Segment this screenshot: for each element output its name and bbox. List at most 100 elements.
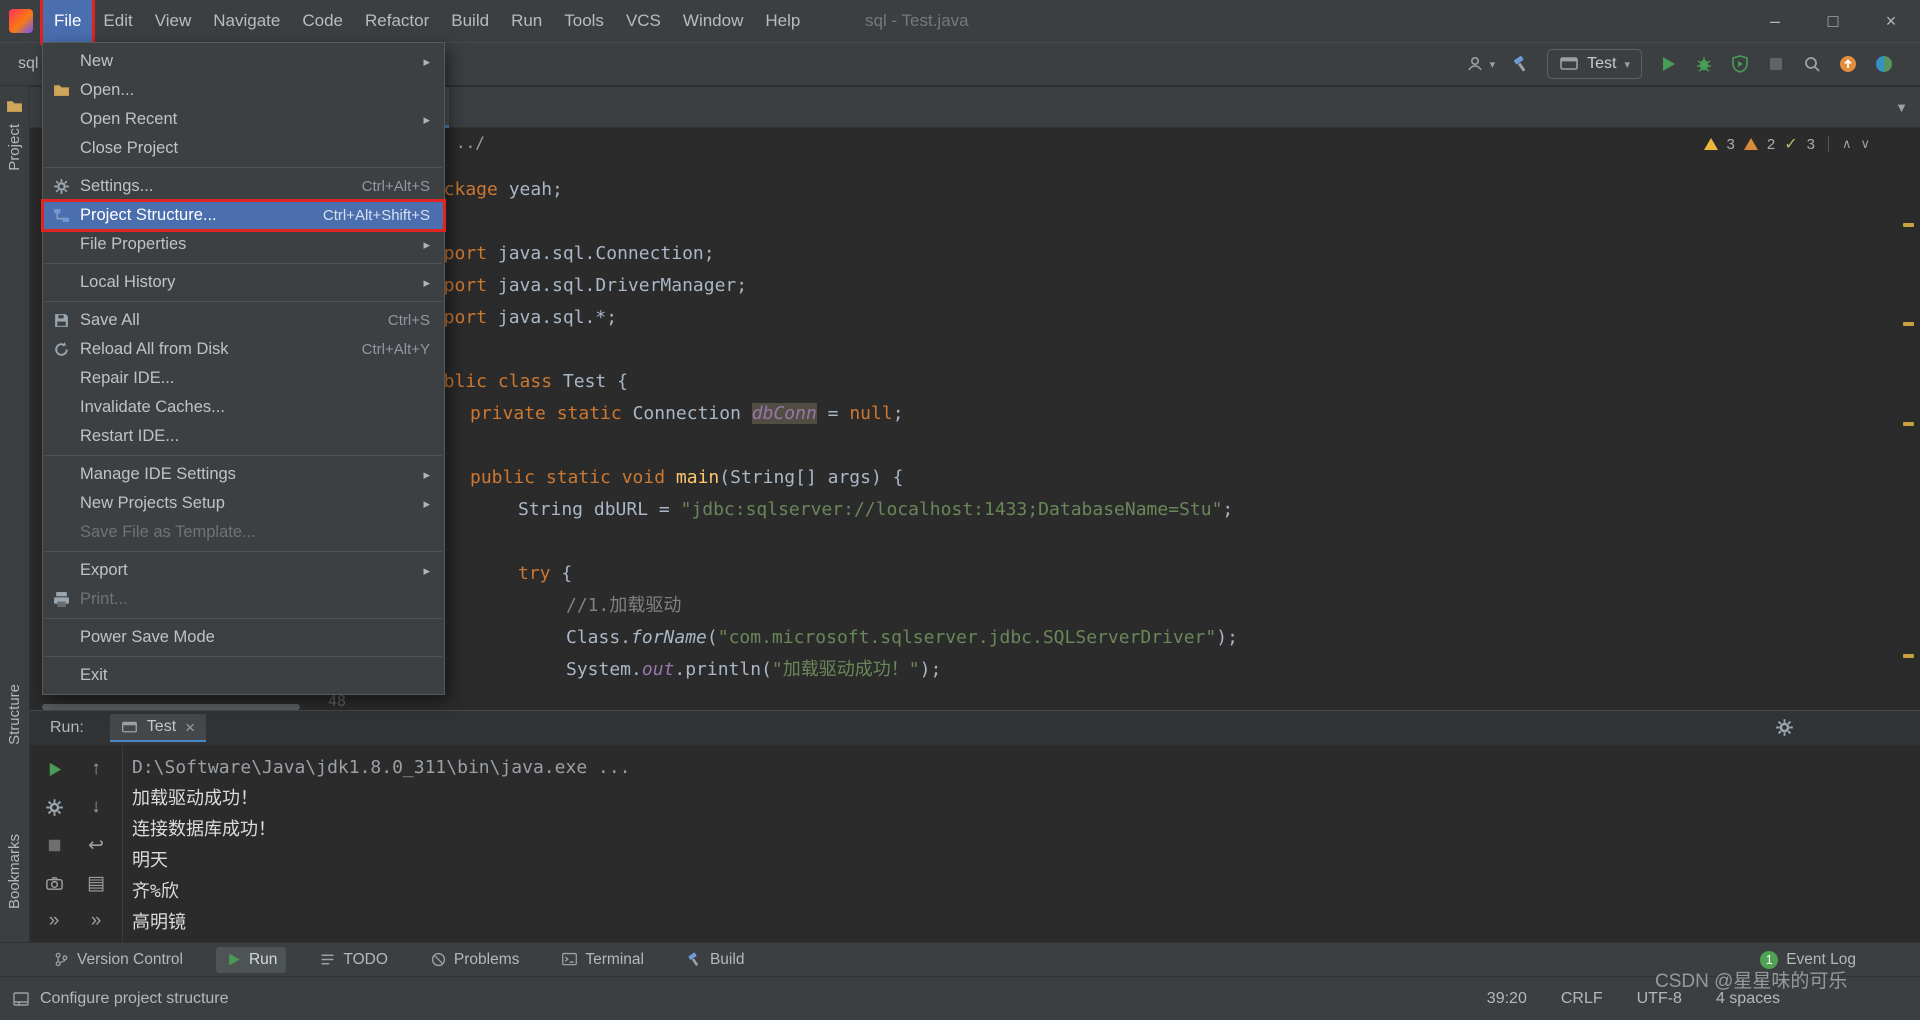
build-button[interactable] — [1511, 54, 1531, 74]
toolwindow-label: Terminal — [585, 951, 644, 969]
code-token: "com.microsoft.sqlserver.jdbc.SQLServerD… — [718, 627, 1217, 648]
scrollbar-warning-mark[interactable] — [1903, 422, 1914, 426]
run-config-button[interactable]: Test▾ — [1547, 49, 1642, 79]
menu-item-label: Export — [80, 561, 411, 580]
line-ending[interactable]: CRLF — [1561, 990, 1603, 1008]
close-icon[interactable]: × — [185, 719, 195, 736]
menubar-item-navigate[interactable]: Navigate — [202, 0, 291, 42]
menu-item-label: Reload All from Disk — [80, 340, 350, 359]
console-tool-prev-button[interactable]: ↑ — [78, 750, 114, 788]
coverage-button[interactable] — [1730, 54, 1750, 74]
toolwindow-problems-button[interactable]: Problems — [421, 947, 528, 973]
scrollbar-warning-mark[interactable] — [1903, 654, 1914, 658]
submenu-arrow-icon: ▸ — [423, 112, 430, 128]
menu-item-manage-ide-settings[interactable]: Manage IDE Settings▸ — [43, 460, 444, 489]
menu-item-label: Save File as Template... — [80, 523, 430, 542]
menu-item-open-recent[interactable]: Open Recent▸ — [43, 105, 444, 134]
weak-warning-count: 2 — [1767, 136, 1775, 153]
status-message-area[interactable]: Configure project structure — [12, 990, 229, 1008]
menu-item-print[interactable]: Print... — [43, 585, 444, 614]
console-tool-scroll-end-button[interactable]: ▤ — [78, 864, 114, 902]
menu-item-save-all[interactable]: Save AllCtrl+S — [43, 306, 444, 335]
code-token: System. — [566, 659, 642, 680]
menubar-item-window[interactable]: Window — [672, 0, 754, 42]
menubar-item-view[interactable]: View — [144, 0, 203, 42]
run-tool-stop-button[interactable] — [36, 826, 72, 864]
toolwindow-version-control-button[interactable]: Version Control — [44, 947, 192, 973]
app-window-icon — [121, 719, 138, 736]
navigation-breadcrumb[interactable]: sql — [18, 55, 38, 73]
user-button[interactable]: ▾ — [1465, 54, 1496, 74]
menubar-item-vcs[interactable]: VCS — [615, 0, 672, 42]
next-issue-icon[interactable]: ∨ — [1860, 136, 1870, 152]
menu-item-shortcut: Ctrl+Alt+S — [362, 178, 430, 195]
menu-item-save-file-as-template[interactable]: Save File as Template... — [43, 518, 444, 547]
menu-item-repair-ide[interactable]: Repair IDE... — [43, 364, 444, 393]
code-with-me-button[interactable] — [1874, 54, 1894, 74]
tool-windows-icon[interactable] — [12, 990, 30, 1008]
chevron-down-icon: ▾ — [1624, 58, 1630, 71]
menu-item-invalidate-caches[interactable]: Invalidate Caches... — [43, 393, 444, 422]
run-tool-rerun-button[interactable] — [36, 750, 72, 788]
chevrons-icon: » — [49, 910, 60, 932]
menu-item-close-project[interactable]: Close Project — [43, 134, 444, 163]
toolwindow-run-button[interactable]: Run — [216, 947, 286, 973]
menu-item-export[interactable]: Export▸ — [43, 556, 444, 585]
stripe-bookmarks-button[interactable]: Bookmarks — [6, 834, 23, 909]
menu-item-power-save-mode[interactable]: Power Save Mode — [43, 623, 444, 652]
run-tool-settings-button[interactable] — [36, 788, 72, 826]
menu-item-open[interactable]: Open... — [43, 76, 444, 105]
menu-item-local-history[interactable]: Local History▸ — [43, 268, 444, 297]
run-button[interactable] — [1658, 54, 1678, 74]
menu-item-new[interactable]: New▸ — [43, 47, 444, 76]
menu-item-file-properties[interactable]: File Properties▸ — [43, 230, 444, 259]
stripe-project-button[interactable]: Project — [6, 124, 23, 171]
menubar-item-build[interactable]: Build — [440, 0, 500, 42]
debug-button[interactable] — [1694, 54, 1714, 74]
search-everywhere-button[interactable] — [1802, 54, 1822, 74]
console-output[interactable]: D:\Software\Java\jdk1.8.0_311\bin\java.e… — [30, 746, 1920, 938]
menu-item-settings[interactable]: Settings...Ctrl+Alt+S — [43, 172, 444, 201]
console-tool-soft-wrap-button[interactable]: ↩ — [78, 826, 114, 864]
menu-item-new-projects-setup[interactable]: New Projects Setup▸ — [43, 489, 444, 518]
update-button[interactable] — [1838, 54, 1858, 74]
menubar-item-help[interactable]: Help — [754, 0, 811, 42]
run-tool-thread-dump-button[interactable] — [36, 864, 72, 902]
maximize-button[interactable]: □ — [1804, 0, 1862, 42]
caret-position[interactable]: 39:20 — [1487, 990, 1527, 1008]
camera-icon — [45, 874, 64, 893]
code-token: Class. — [566, 627, 631, 648]
menubar-item-edit[interactable]: Edit — [92, 0, 143, 42]
toolwindow-build-button[interactable]: Build — [677, 947, 753, 973]
menu-item-exit[interactable]: Exit — [43, 661, 444, 690]
menubar-item-run[interactable]: Run — [500, 0, 553, 42]
minimize-button[interactable]: – — [1746, 0, 1804, 42]
scrollbar-warning-mark[interactable] — [1903, 223, 1914, 227]
toolwindow-todo-button[interactable]: TODO — [310, 947, 397, 973]
console-toolbar: ↑↓↩▤» — [78, 750, 114, 940]
run-tool-more-button[interactable]: » — [36, 902, 72, 940]
menubar-item-tools[interactable]: Tools — [553, 0, 615, 42]
inspections-widget[interactable]: 3 2 ✓ 3 ∧ ∨ — [1704, 134, 1870, 154]
menu-item-restart-ide[interactable]: Restart IDE... — [43, 422, 444, 451]
ok-icon: ✓ — [1784, 134, 1797, 154]
menu-item-project-structure[interactable]: Project Structure...Ctrl+Alt+Shift+S — [43, 201, 444, 230]
scrollbar-warning-mark[interactable] — [1903, 322, 1914, 326]
menu-item-reload-all-from-disk[interactable]: Reload All from DiskCtrl+Alt+Y — [43, 335, 444, 364]
console-tool-next-button[interactable]: ↓ — [78, 788, 114, 826]
run-tab-test[interactable]: Test × — [110, 714, 206, 742]
menubar-item-code[interactable]: Code — [291, 0, 354, 42]
gear-icon[interactable] — [1775, 718, 1794, 737]
save-icon — [53, 312, 80, 329]
stripe-structure-button[interactable]: Structure — [6, 684, 23, 745]
close-button[interactable]: × — [1862, 0, 1920, 42]
stop-button[interactable] — [1766, 54, 1786, 74]
tab-options-icon[interactable]: ▼ — [1895, 87, 1908, 128]
menubar-item-file[interactable]: File — [43, 0, 92, 42]
toolwindow-terminal-button[interactable]: Terminal — [552, 947, 653, 973]
menubar-item-refactor[interactable]: Refactor — [354, 0, 440, 42]
toolbar-right-actions: ▾Test▾ — [1465, 49, 1920, 79]
prev-issue-icon[interactable]: ∧ — [1842, 136, 1852, 152]
file-breadcrumb[interactable]: ../ — [456, 133, 485, 152]
console-tool-more-button[interactable]: » — [78, 902, 114, 940]
